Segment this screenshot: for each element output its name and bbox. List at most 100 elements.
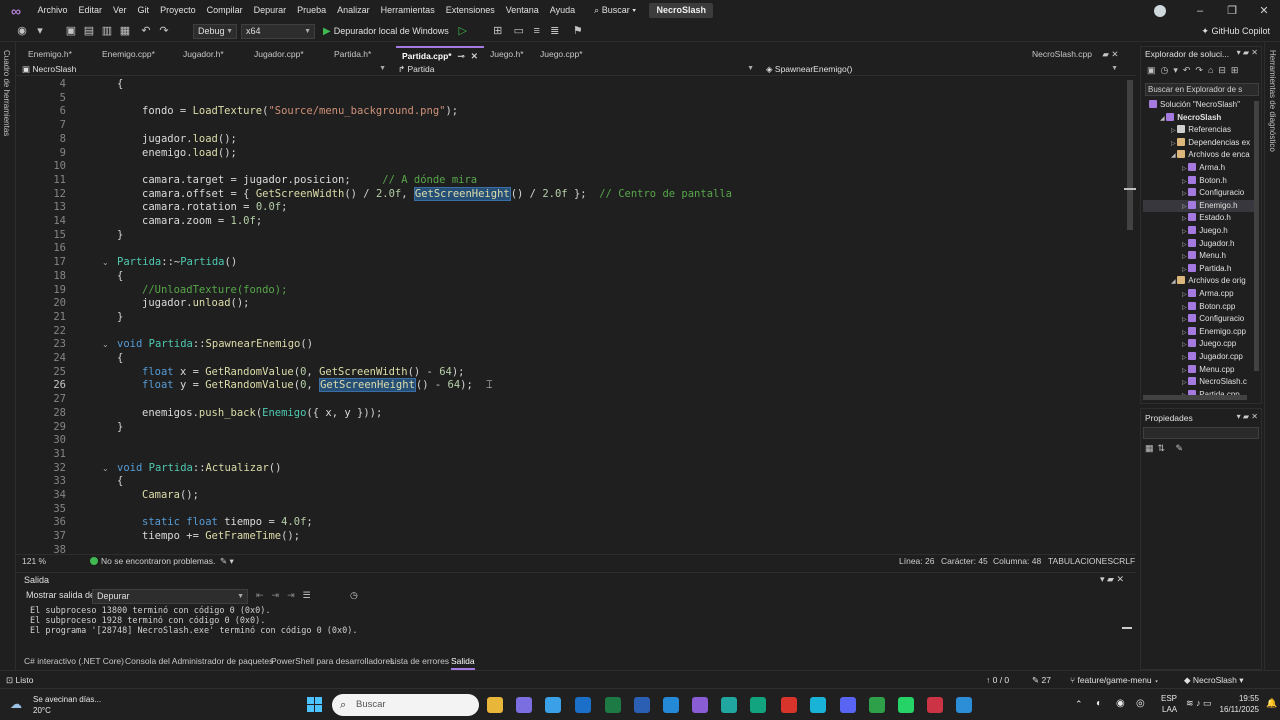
close-tab-icon[interactable]: ✕ xyxy=(1111,49,1118,59)
weather-icon[interactable]: ☁ xyxy=(10,697,24,711)
tree-item[interactable]: ▷ Partida.h xyxy=(1182,263,1231,276)
tree-item[interactable]: ▷ Enemigo.h xyxy=(1143,199,1259,213)
cursor-char[interactable]: Carácter: 45 xyxy=(941,555,988,568)
member-nav-combo[interactable]: ◈ SpawnearEnemigo() ▼ xyxy=(762,62,1122,76)
code-line[interactable]: //UnloadTexture(fondo); xyxy=(142,284,287,298)
wifi-icon[interactable]: ≋ ♪ ▭ xyxy=(1186,698,1212,709)
open-file-icon[interactable]: ▤ xyxy=(81,23,97,39)
panel-controls[interactable]: ▾ ▰ ✕ xyxy=(1100,574,1124,585)
git-changes[interactable]: ↑ 0 / 0 xyxy=(986,671,1009,689)
tree-item[interactable]: ▷ Estado.h xyxy=(1182,212,1231,225)
tab-document[interactable]: Partida.cpp* ⊸ ✕ xyxy=(396,46,484,62)
editor-vertical-scrollbar[interactable] xyxy=(1124,76,1136,554)
code-line[interactable]: { xyxy=(117,475,123,489)
code-line[interactable]: { xyxy=(117,270,123,284)
code-line[interactable]: jugador.unload(); xyxy=(142,297,250,311)
output-toolbar-icons[interactable]: ⇤⇥⇥☰ xyxy=(256,590,319,601)
tree-item[interactable]: ◢ Archivos de orig xyxy=(1171,275,1246,288)
code-line[interactable]: camara.offset = { GetScreenWidth() / 2.0… xyxy=(142,186,732,202)
tab-document[interactable]: Partida.h* xyxy=(328,46,377,62)
tree-item[interactable]: ◢ NecroSlash xyxy=(1160,112,1221,125)
tab-document[interactable]: Jugador.h* xyxy=(177,46,230,62)
tree-item[interactable]: ▷ Enemigo.cpp xyxy=(1182,326,1246,339)
account-avatar[interactable] xyxy=(1154,4,1166,17)
bottom-tab[interactable]: Salida xyxy=(451,654,475,670)
tray-overflow-icon[interactable]: ⌃ xyxy=(1075,699,1083,710)
menu-item[interactable]: Compilar xyxy=(201,0,248,21)
bookmark-icon[interactable]: ⚑ xyxy=(570,23,586,39)
diagnostics-strip[interactable]: Herramientas de diagnóstico xyxy=(1264,42,1280,670)
git-branch[interactable]: ⑂ feature/game-menu ▾ xyxy=(1070,671,1159,689)
clock-icon[interactable]: ◷ xyxy=(350,590,358,601)
code-line[interactable]: float y = GetRandomValue(0, GetScreenHei… xyxy=(142,378,473,393)
tree-item[interactable]: ▷ Jugador.h xyxy=(1182,238,1234,251)
forward-nav-icon[interactable]: ▾ xyxy=(32,23,48,39)
tab-document[interactable]: Juego.h* xyxy=(484,46,530,62)
layout-icon[interactable]: ▭ xyxy=(511,23,527,39)
tab-document[interactable]: Enemigo.h* xyxy=(22,46,78,62)
tree-item[interactable]: ▷ Jugador.cpp xyxy=(1182,351,1243,364)
code-line[interactable]: void Partida::SpawnearEnemigo() xyxy=(117,338,313,352)
tree-hscroll-thumb[interactable] xyxy=(1143,395,1247,400)
menu-item[interactable]: Extensiones xyxy=(440,0,500,21)
fold-toggle-icon[interactable]: ⌄ xyxy=(102,462,109,476)
project-nav-combo[interactable]: ▣ NecroSlash ▼ xyxy=(18,62,390,76)
git-repo[interactable]: ◆ NecroSlash ▾ xyxy=(1184,671,1243,689)
word-icon[interactable] xyxy=(634,697,650,713)
tree-scroll-thumb[interactable] xyxy=(1254,101,1259,371)
menu-item[interactable]: Git xyxy=(132,0,155,21)
redo-icon[interactable]: ↷ xyxy=(156,23,172,39)
copilot-app-icon[interactable] xyxy=(545,697,561,713)
bottom-tab[interactable]: Lista de errores xyxy=(390,654,449,668)
menu-item[interactable]: Ayuda xyxy=(544,0,580,21)
vscode-icon[interactable] xyxy=(663,697,679,713)
code-line[interactable]: Camara(); xyxy=(142,489,199,503)
github-copilot-button[interactable]: ✦ GitHub Copilot xyxy=(1201,26,1270,37)
fold-toggle-icon[interactable]: ⌄ xyxy=(102,256,109,270)
config-combo[interactable]: Debug ▼ xyxy=(193,23,237,39)
properties-object-combo[interactable] xyxy=(1143,427,1259,439)
hot-reload-icon[interactable]: ⊞ xyxy=(490,23,506,39)
menu-item[interactable]: Prueba xyxy=(292,0,332,21)
code-line[interactable]: } xyxy=(117,229,123,243)
cursor-column[interactable]: Columna: 48 xyxy=(993,555,1041,568)
undo-icon[interactable]: ↶ xyxy=(138,23,154,39)
panel-controls[interactable]: ▾ ▰ ✕ xyxy=(1237,412,1258,421)
visual-studio-icon[interactable] xyxy=(692,697,708,713)
menu-item[interactable]: Editar xyxy=(73,0,108,21)
app-icon[interactable] xyxy=(750,697,766,713)
code-line[interactable]: tiempo += GetFrameTime(); xyxy=(142,530,300,544)
file-explorer-icon[interactable] xyxy=(487,697,503,713)
menu-item[interactable]: Analizar xyxy=(332,0,376,21)
menu-item[interactable]: Herramientas xyxy=(375,0,440,21)
brush-icon[interactable]: ✎ ▾ xyxy=(220,555,234,568)
tree-item[interactable]: ▷ Configuracio xyxy=(1182,187,1244,200)
tab-document[interactable]: Juego.cpp* xyxy=(534,46,589,62)
toolbox-strip[interactable]: Cuadro de herramientas xyxy=(0,42,16,670)
tree-item[interactable]: ▷ Arma.cpp xyxy=(1182,288,1234,301)
menu-item[interactable]: Ver xyxy=(108,0,133,21)
tree-item[interactable]: ▷ Menu.h xyxy=(1182,250,1226,263)
platform-combo[interactable]: x64 ▼ xyxy=(241,23,315,39)
new-project-icon[interactable]: ▣ xyxy=(63,23,79,39)
save-icon[interactable]: ▥ xyxy=(99,23,115,39)
menu-item[interactable]: Archivo xyxy=(32,0,73,21)
solution-search-input[interactable]: Buscar en Explorador de s xyxy=(1145,83,1259,96)
start-button-icon[interactable] xyxy=(307,697,323,713)
save-all-icon[interactable]: ▦ xyxy=(117,23,133,39)
solution-toolbar-icons[interactable]: ▣◷▾↶↷⌂⊟⊞ xyxy=(1147,65,1243,76)
chrome-icon[interactable] xyxy=(869,697,885,713)
line-ending[interactable]: CRLF xyxy=(1113,555,1135,568)
maximize-icon[interactable]: ❐ xyxy=(1216,4,1248,17)
code-editor[interactable]: 4 {5 6 fondo = LoadTexture("Source/menu_bac… xyxy=(16,76,1128,554)
problems-indicator[interactable]: No se encontraron problemas. xyxy=(90,555,215,568)
menu-item[interactable]: Proyecto xyxy=(155,0,202,21)
format-icon[interactable]: ≡ xyxy=(529,23,545,39)
tree-item[interactable]: ▷ Juego.h xyxy=(1182,225,1228,238)
properties-toolbar-icons[interactable]: ▦⇅ ✎ xyxy=(1145,443,1187,454)
code-line[interactable]: } xyxy=(117,311,123,325)
minimize-icon[interactable]: – xyxy=(1184,5,1216,17)
language-indicator[interactable]: ESP xyxy=(1161,694,1177,703)
menu-item[interactable]: Depurar xyxy=(248,0,292,21)
code-line[interactable]: jugador.load(); xyxy=(142,133,237,147)
